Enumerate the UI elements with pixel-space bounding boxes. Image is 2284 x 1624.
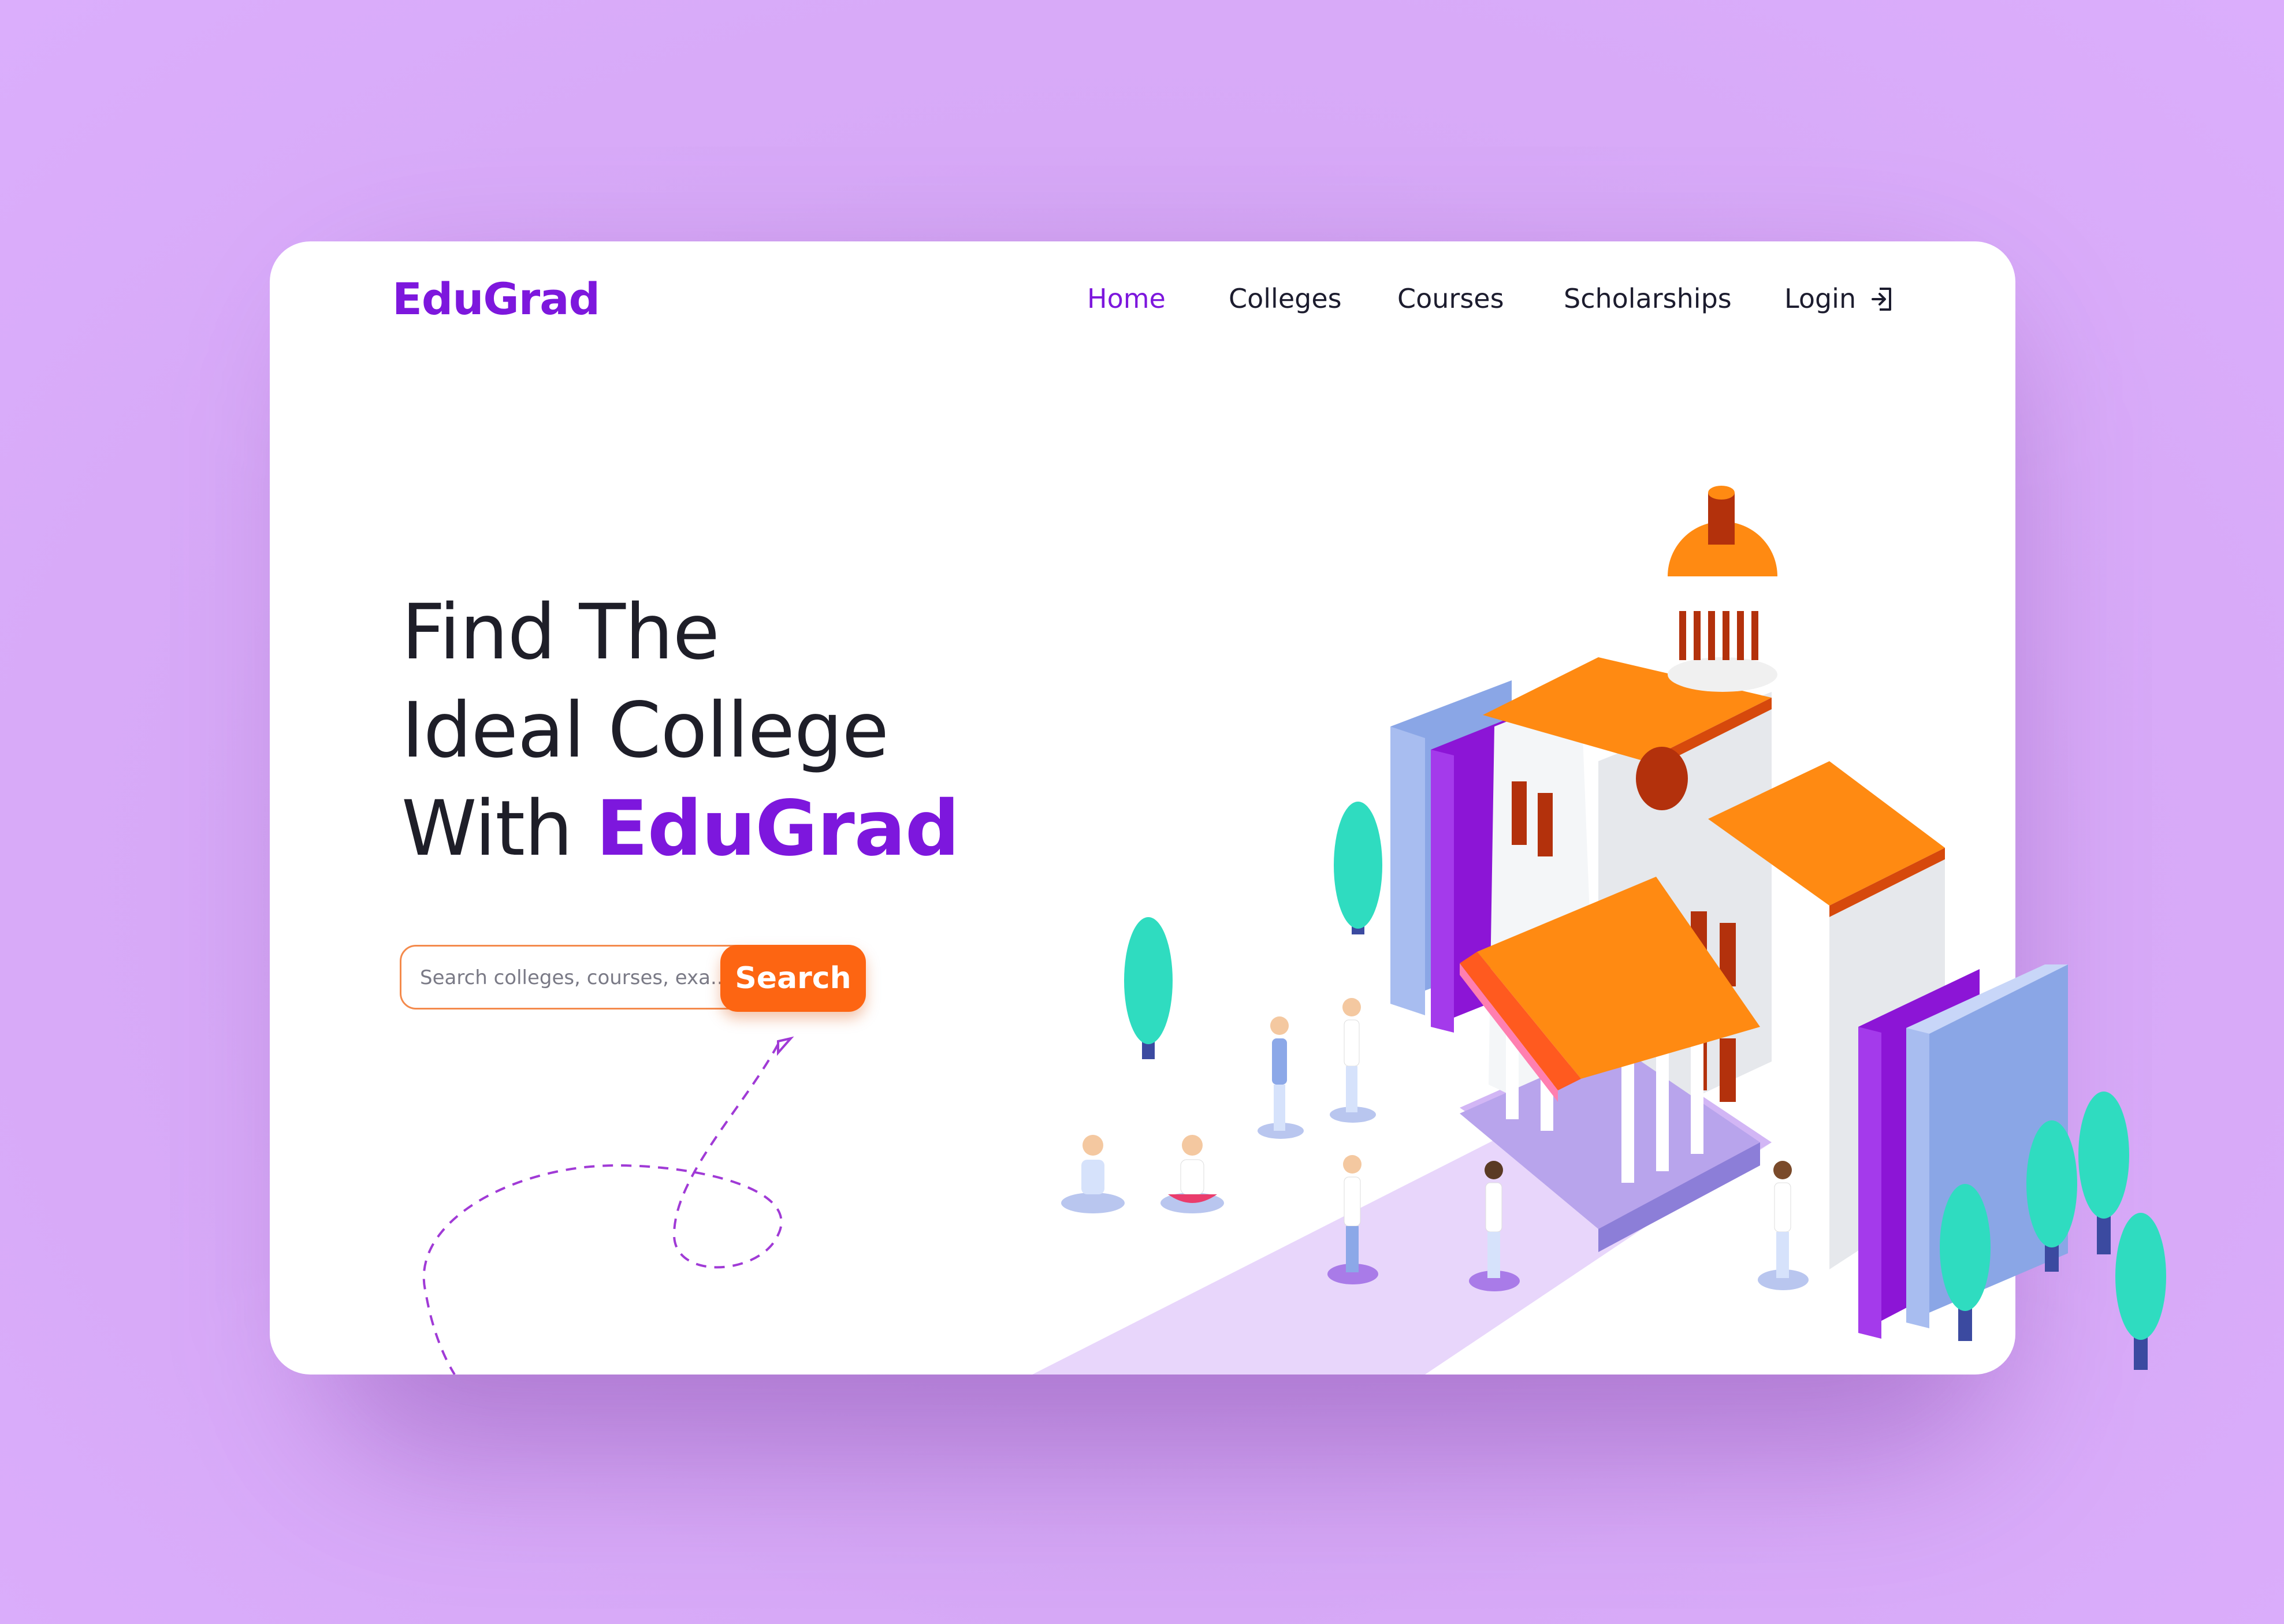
- tree-right-1: [1940, 1184, 1991, 1341]
- overflow-illustration: [1906, 964, 2166, 1370]
- tree-right-4: [2115, 1213, 2166, 1370]
- tree-right-3: [2078, 1092, 2129, 1254]
